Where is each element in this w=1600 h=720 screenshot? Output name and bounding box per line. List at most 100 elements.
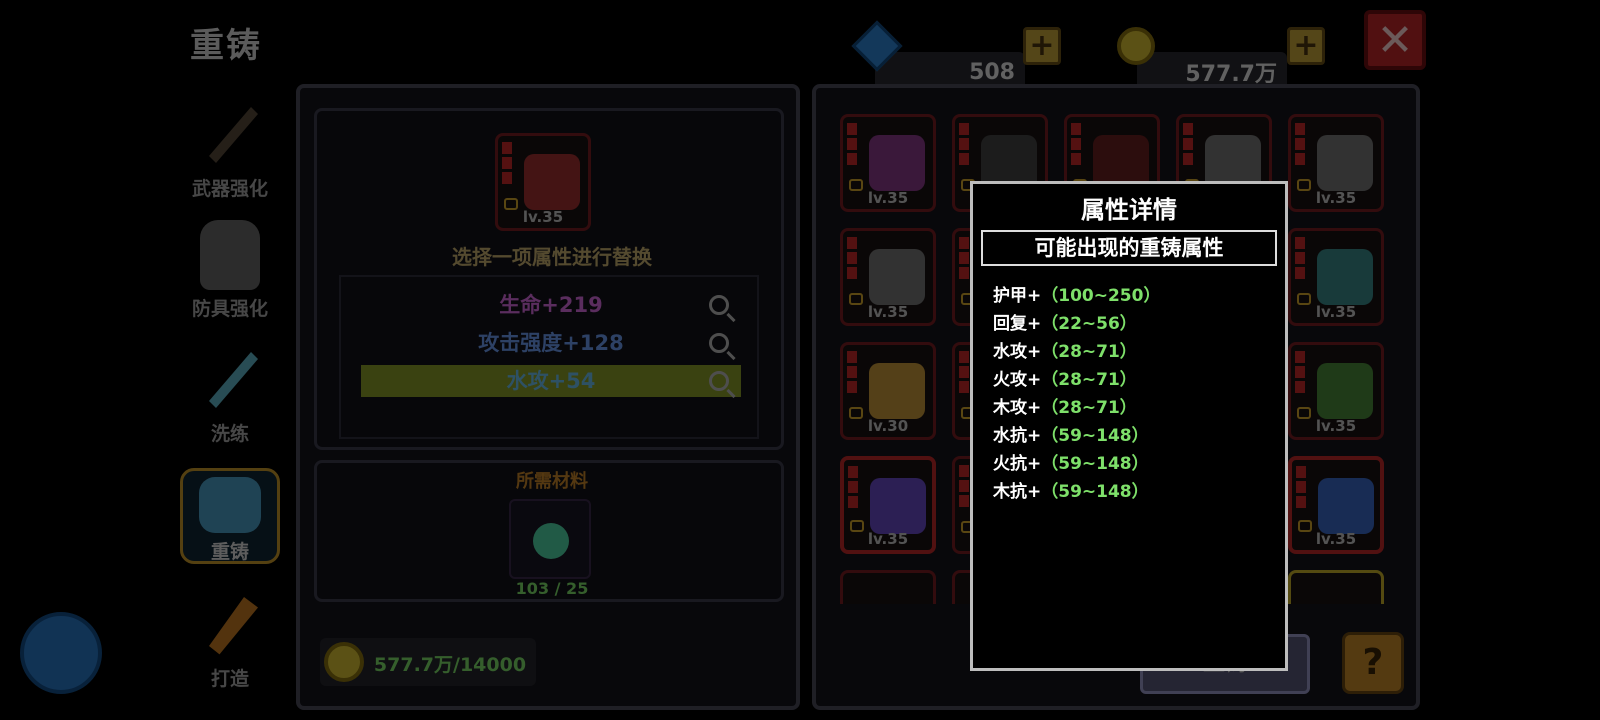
rarity-pips [1071,123,1081,168]
popup-attribute-item: 水抗+（59~148） [993,422,1160,450]
item-level: lv.35 [1315,303,1357,321]
rarity-pips [959,351,969,396]
item-level: lv.35 [867,530,909,548]
reforge-attribute-list: 护甲+（100~250） 回复+（22~56） 水攻+（28~71） 火攻+（28~7… [993,282,1160,506]
popup-subtitle: 可能出现的重铸属性 [981,230,1277,266]
rarity-pips [1183,123,1193,168]
attribute-row[interactable]: 生命+219 [361,289,741,321]
add-gold-button[interactable]: + [1287,27,1325,65]
sidebar-item-armor-upgrade[interactable]: 防具强化 [180,220,280,330]
item-level: lv.35 [867,189,909,207]
attribute-range: （59~148） [1041,426,1149,446]
rarity-pips [1295,123,1305,168]
popup-attribute-item: 火抗+（59~148） [993,450,1160,478]
sidebar-item-label: 防具强化 [191,298,268,320]
equipment-icon [1317,363,1373,419]
reforge-item-slot[interactable]: lv.35 [495,133,591,231]
attribute-name: 护甲+ [993,286,1042,306]
cost-text: 577.7万/14000 [373,654,527,676]
reforge-panel: lv.35 选择一项属性进行替换 生命+219 攻击强度+128 水攻+54 所… [296,84,800,710]
inventory-slot[interactable] [1288,570,1384,604]
forge-icon [209,597,258,655]
rarity-pips [959,237,969,282]
material-count: 103 / 25 [515,579,589,598]
attribute-text: 生命+219 [499,293,603,317]
inventory-slot[interactable]: lv.35 [1288,228,1384,326]
attribute-range: （28~71） [1041,370,1137,390]
equipment-icon [1318,478,1374,534]
rarity-pips [1295,351,1305,396]
materials-section: 所需材料 103 / 25 [314,460,784,602]
sidebar-item-reforge[interactable]: 重铸 [180,468,280,564]
attribute-name: 火攻+ [993,370,1042,390]
attribute-section: lv.35 选择一项属性进行替换 生命+219 攻击强度+128 水攻+54 [314,108,784,450]
rarity-pips [1296,466,1306,511]
inventory-slot[interactable] [840,570,936,604]
sidebar-item-label: 武器强化 [191,178,268,200]
gold-coin-icon [324,642,364,682]
attribute-row[interactable]: 攻击强度+128 [361,327,741,359]
rarity-pips [959,123,969,168]
equipment-icon [869,363,925,419]
attribute-name: 木攻+ [993,398,1042,418]
reforge-prompt: 选择一项属性进行替换 [452,245,652,269]
material-gem-icon [533,523,569,559]
magnifier-icon[interactable] [709,295,729,315]
close-button[interactable]: ✕ [1364,10,1426,70]
rarity-pips [847,123,857,168]
sidebar-item-refine[interactable]: 洗练 [180,345,280,455]
gold-coin-icon [1117,27,1155,65]
sidebar-item-label: 重铸 [210,541,249,563]
attribute-name: 水攻+ [993,342,1042,362]
sidebar-item-weapon-upgrade[interactable]: 武器强化 [180,100,280,210]
inventory-slot[interactable]: lv.35 [1288,114,1384,212]
sidebar-item-label: 打造 [210,668,249,690]
attribute-name: 火抗+ [993,454,1042,474]
refine-sword-icon [209,352,258,408]
rarity-pips [1295,237,1305,282]
attribute-list: 生命+219 攻击强度+128 水攻+54 [339,275,759,439]
inventory-slot[interactable]: lv.35 [840,456,936,554]
rarity-pips [847,351,857,396]
item-level: lv.35 [1315,530,1357,548]
inventory-slot[interactable]: lv.35 [1288,342,1384,440]
reforge-armor-icon [199,477,261,533]
armor-icon [200,220,260,290]
rarity-pips [848,466,858,511]
item-level: lv.35 [522,208,564,226]
attribute-text: 水攻+54 [506,369,596,393]
materials-title: 所需材料 [516,471,588,492]
gem-value: 508 [969,59,1015,85]
attribute-name: 回复+ [993,314,1042,334]
help-button[interactable]: ? [1342,632,1404,694]
sidebar-item-forge[interactable]: 打造 [180,590,280,700]
help-label: ? [1362,642,1384,683]
cost-bar: 577.7万/14000 [320,638,536,686]
attribute-row-selected[interactable]: 水攻+54 [361,365,741,397]
attribute-detail-popup[interactable]: 属性详情 可能出现的重铸属性 护甲+（100~250） 回复+（22~56） 水攻+… [970,181,1288,671]
inventory-slot[interactable]: lv.35 [840,228,936,326]
magnifier-icon[interactable] [709,371,729,391]
sword-icon [209,107,258,163]
gold-counter: 577.7万 + [1115,26,1330,92]
back-button[interactable] [20,612,102,694]
inventory-slot[interactable]: lv.30 [840,342,936,440]
gem-counter: 508 + [851,20,1065,92]
inventory-slot[interactable]: lv.35 [1288,456,1384,554]
material-slot[interactable] [509,499,591,579]
sidebar-item-label: 洗练 [210,423,249,445]
attribute-range: （100~250） [1041,286,1161,306]
add-gems-button[interactable]: + [1023,27,1061,65]
inventory-slot[interactable]: lv.35 [840,114,936,212]
magnifier-icon[interactable] [709,333,729,353]
attribute-name: 水抗+ [993,426,1042,446]
equipment-icon [869,249,925,305]
attribute-range: （22~56） [1041,314,1137,334]
item-level: lv.35 [1315,417,1357,435]
attribute-range: （28~71） [1041,398,1137,418]
attribute-range: （59~148） [1041,482,1149,502]
rarity-pips [502,142,512,187]
item-level: lv.35 [867,303,909,321]
popup-attribute-item: 护甲+（100~250） [993,282,1160,310]
popup-attribute-item: 水攻+（28~71） [993,338,1160,366]
